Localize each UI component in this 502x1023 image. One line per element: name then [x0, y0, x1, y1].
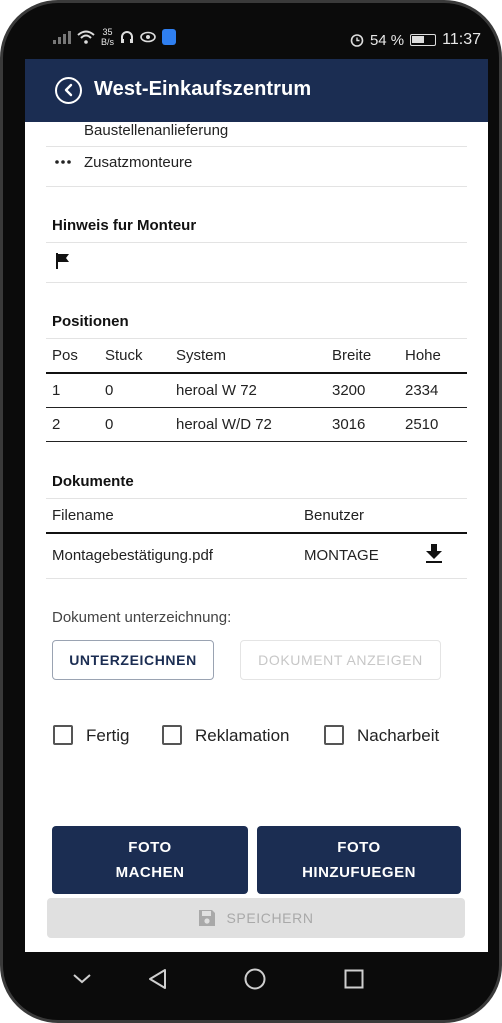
net-speed-unit: B/s	[101, 37, 115, 47]
alarm-icon	[350, 34, 364, 47]
battery-percent: 54 %	[369, 31, 405, 49]
battery-icon	[410, 34, 437, 46]
download-icon[interactable]	[425, 544, 443, 563]
signal-icon	[53, 31, 71, 44]
divider	[46, 441, 467, 442]
table-header-rule	[46, 372, 467, 374]
net-speed-value: 35	[102, 27, 113, 37]
foto-machen-line1: FOTO	[128, 839, 172, 856]
divider	[46, 407, 467, 408]
save-label: SPEICHERN	[226, 910, 314, 926]
eye-icon	[140, 31, 156, 43]
checkbox-nacharbeit-label: Nacharbeit	[357, 726, 440, 745]
foto-hinzufuegen-button[interactable]: FOTO HINZUFUEGEN	[257, 826, 461, 894]
phone-frame: 35 B/s 54 % 11:37 West-Einkaufszentrum B…	[0, 0, 502, 1023]
cell-system: heroal W 72	[176, 382, 257, 399]
app-screen: West-Einkaufszentrum Baustellenanlieferu…	[25, 59, 488, 952]
divider	[46, 186, 467, 187]
back-triangle-icon[interactable]	[147, 968, 167, 990]
col-header-system: System	[176, 347, 227, 364]
chevron-left-icon	[64, 83, 73, 97]
recents-square-icon[interactable]	[344, 969, 364, 989]
cell-pos: 1	[52, 382, 61, 399]
divider	[46, 498, 467, 499]
dokumente-title: Dokumente	[52, 473, 134, 490]
checkbox-fertig-label: Fertig	[86, 726, 130, 745]
cell-filename: Montagebestätigung.pdf	[52, 547, 213, 564]
cell-pos: 2	[52, 416, 61, 433]
show-document-button: DOKUMENT ANZEIGEN	[240, 640, 441, 680]
foto-hinzufuegen-line2: HINZUFUEGEN	[302, 864, 416, 881]
page-title: West-Einkaufszentrum	[94, 78, 312, 100]
app-bar: West-Einkaufszentrum	[25, 59, 488, 122]
more-horizontal-icon	[55, 160, 71, 164]
cell-breite: 3200	[332, 382, 366, 399]
chevron-down-icon[interactable]	[73, 974, 91, 984]
foto-machen-button[interactable]: FOTO MACHEN	[52, 826, 248, 894]
table-header-rule	[46, 532, 467, 534]
cell-stuck: 0	[105, 416, 114, 433]
save-button: SPEICHERN	[47, 898, 465, 938]
flag-icon	[56, 253, 69, 269]
col-header-pos: Pos	[52, 347, 78, 364]
foto-hinzufuegen-line1: FOTO	[337, 839, 381, 856]
net-speed: 35 B/s	[101, 27, 114, 47]
status-bar: 35 B/s 54 % 11:37	[25, 21, 487, 59]
checkbox-reklamation[interactable]	[162, 725, 182, 745]
divider	[46, 146, 467, 147]
divider	[46, 242, 467, 243]
cell-breite: 3016	[332, 416, 366, 433]
wifi-icon	[77, 30, 95, 44]
col-header-stuck: Stuck	[105, 347, 143, 364]
home-circle-icon[interactable]	[244, 968, 266, 990]
save-icon	[199, 910, 216, 926]
cell-stuck: 0	[105, 382, 114, 399]
cell-benutzer: MONTAGE	[304, 547, 379, 564]
hinweis-title: Hinweis fur Monteur	[52, 217, 197, 234]
divider	[46, 282, 467, 283]
signing-label: Dokument unterzeichnung:	[52, 609, 232, 626]
col-header-benutzer: Benutzer	[304, 507, 365, 524]
divider	[46, 338, 467, 339]
col-header-breite: Breite	[332, 347, 372, 364]
system-nav-bar	[25, 952, 488, 1008]
status-icons-left: 35 B/s	[53, 27, 177, 47]
back-button[interactable]	[55, 77, 82, 104]
divider	[46, 578, 467, 579]
positionen-title: Positionen	[52, 313, 129, 330]
col-header-filename: Filename	[52, 507, 114, 524]
cell-hohe: 2334	[405, 382, 439, 399]
checkbox-fertig[interactable]	[53, 725, 73, 745]
col-header-hohe: Hohe	[405, 347, 441, 364]
list-item-zusatzmonteure[interactable]: Zusatzmonteure	[84, 154, 192, 171]
foto-machen-line2: MACHEN	[115, 864, 185, 881]
cell-system: heroal W/D 72	[176, 416, 272, 433]
checkbox-nacharbeit[interactable]	[324, 725, 344, 745]
shield-icon	[162, 29, 177, 45]
cell-hohe: 2510	[405, 416, 439, 433]
status-icons-right: 54 % 11:37	[350, 31, 481, 49]
list-item-baustellenanlieferung[interactable]: Baustellenanlieferung	[84, 122, 228, 139]
checkbox-reklamation-label: Reklamation	[195, 726, 290, 745]
headphones-icon	[121, 31, 134, 43]
sign-button[interactable]: UNTERZEICHNEN	[52, 640, 214, 680]
clock: 11:37	[442, 31, 481, 48]
